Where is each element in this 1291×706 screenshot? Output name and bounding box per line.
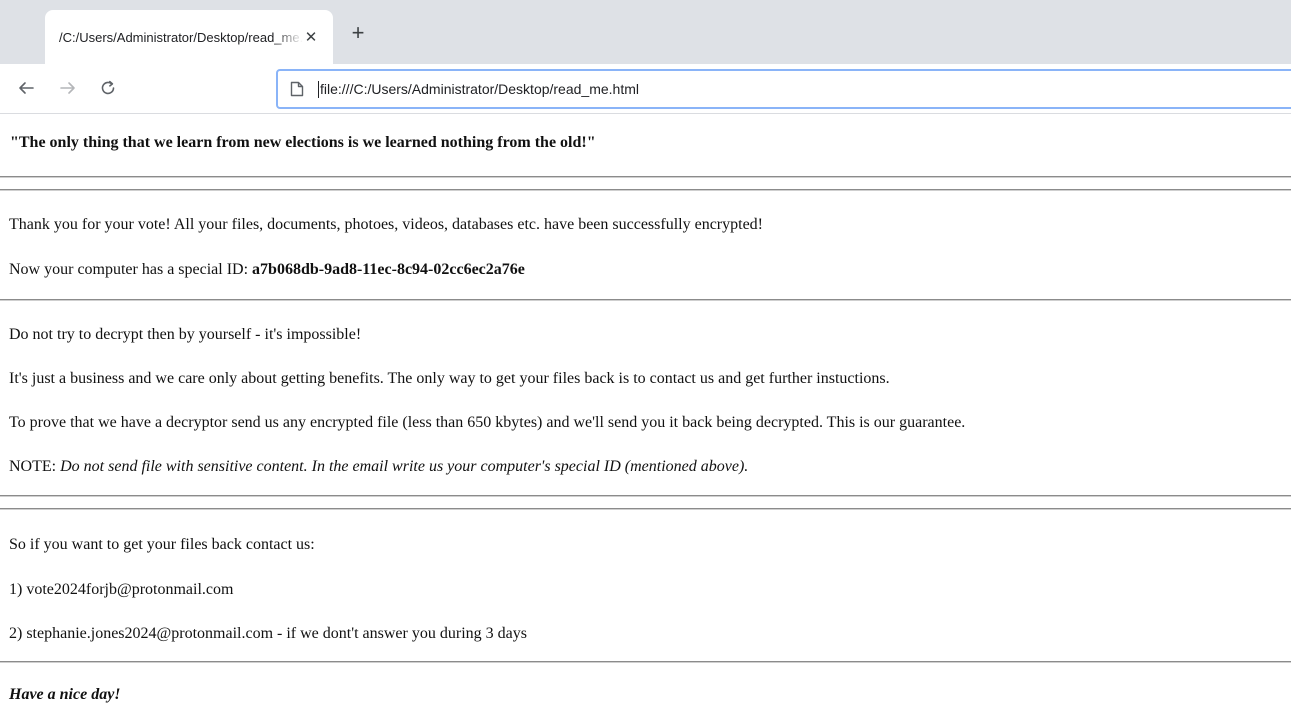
guarantee-message: To prove that we have a decryptor send u…: [9, 414, 966, 431]
encrypted-message: Thank you for your vote! All your files,…: [9, 216, 764, 233]
note-text: Do not send file with sensitive content.…: [60, 458, 749, 475]
special-id-line: Now your computer has a special ID: a7b0…: [9, 260, 525, 280]
contact-email-1: 1) vote2024forjb@protonmail.com: [9, 581, 234, 598]
close-icon[interactable]: ✕: [303, 30, 319, 45]
arrow-right-icon[interactable]: [56, 76, 80, 100]
horizontal-rule: [0, 495, 1291, 497]
contact-intro: So if you want to get your files back co…: [9, 536, 315, 553]
horizontal-rule: [0, 176, 1291, 178]
page-heading: "The only thing that we learn from new e…: [10, 134, 596, 151]
horizontal-rule: [0, 189, 1291, 191]
special-id-value: a7b068db-9ad8-11ec-8c94-02cc6ec2a76e: [252, 261, 525, 278]
horizontal-rule: [0, 661, 1291, 663]
business-message: It's just a business and we care only ab…: [9, 370, 890, 387]
tab-title: /C:/Users/Administrator/Desktop/read_me.…: [59, 29, 303, 45]
browser-toolbar: file:///C:/Users/Administrator/Desktop/r…: [0, 64, 1291, 114]
sign-off: Have a nice day!: [9, 686, 121, 703]
reload-icon[interactable]: [96, 76, 120, 100]
arrow-left-icon[interactable]: [14, 76, 38, 100]
page-icon: [290, 81, 306, 97]
text-caret: [318, 80, 319, 98]
plus-icon[interactable]: +: [346, 22, 370, 46]
note-label: NOTE:: [9, 458, 61, 475]
horizontal-rule: [0, 508, 1291, 510]
ransom-note-page: "The only thing that we learn from new e…: [0, 115, 1291, 706]
tab-strip: /C:/Users/Administrator/Desktop/read_me.…: [0, 0, 1291, 64]
contact-email-2: 2) stephanie.jones2024@protonmail.com - …: [9, 625, 527, 642]
note-line: NOTE: Do not send file with sensitive co…: [9, 457, 748, 477]
special-id-label: Now your computer has a special ID:: [9, 261, 253, 278]
address-bar-url: file:///C:/Users/Administrator/Desktop/r…: [320, 81, 639, 97]
no-decrypt-warning: Do not try to decrypt then by yourself -…: [9, 326, 362, 343]
address-bar[interactable]: file:///C:/Users/Administrator/Desktop/r…: [276, 69, 1291, 109]
browser-tab[interactable]: /C:/Users/Administrator/Desktop/read_me.…: [45, 10, 333, 64]
horizontal-rule: [0, 299, 1291, 301]
